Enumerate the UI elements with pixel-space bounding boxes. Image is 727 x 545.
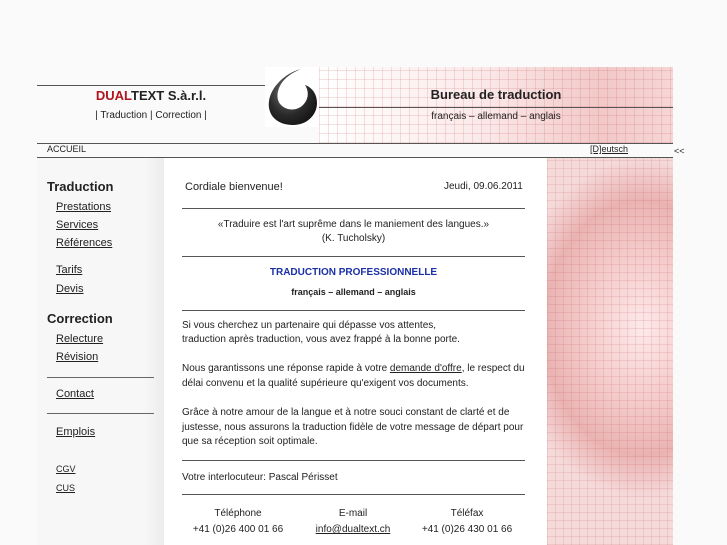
- sidebar-item-tarifs[interactable]: Tarifs: [56, 264, 82, 276]
- back-link[interactable]: <<: [674, 146, 685, 156]
- brand-name: DUALTEXT S.à.r.l.: [37, 88, 265, 103]
- sidebar-heading-traduction: Traduction: [47, 179, 114, 194]
- guarantee-paragraph-line: délai convenu et la qualité supérieure q…: [182, 378, 469, 389]
- guarantee-text: Nous garantissons une réponse rapide à v…: [182, 363, 390, 374]
- sidebar-item-cus[interactable]: CUS: [56, 483, 75, 493]
- headline: TRADUCTION PROFESSIONNELLE: [269, 267, 438, 278]
- dualtext-logo: [265, 67, 319, 127]
- header-globe-photo: [319, 67, 673, 143]
- email-label: E-mail: [338, 508, 368, 519]
- fax-label: Téléfax: [450, 508, 484, 519]
- sidebar-item-references[interactable]: Références: [56, 237, 112, 249]
- sidebar-divider: [47, 377, 154, 378]
- header-divider-right: [319, 107, 673, 108]
- phone-label: Téléphone: [214, 508, 262, 519]
- header-languages: français – allemand – anglais: [431, 111, 561, 122]
- sidebar-item-contact[interactable]: Contact: [56, 388, 94, 400]
- content-divider: [182, 460, 525, 461]
- sidebar-item-cgv[interactable]: CGV: [56, 464, 76, 474]
- guarantee-text: , le respect du: [461, 363, 525, 374]
- sidebar-item-prestations[interactable]: Prestations: [56, 201, 111, 213]
- quote-request-link[interactable]: demande d'offre: [390, 363, 462, 374]
- main-content: [164, 158, 547, 545]
- welcome-text: Cordiale bienvenue!: [185, 181, 283, 193]
- sidebar-item-emplois[interactable]: Emplois: [56, 426, 95, 438]
- contact-person: Votre interlocuteur: Pascal Périsset: [182, 472, 338, 483]
- content-divider: [182, 310, 525, 311]
- content-divider: [182, 494, 525, 495]
- current-date: Jeudi, 09.06.2011: [444, 181, 523, 192]
- guarantee-paragraph-line: Nous garantissons une réponse rapide à v…: [182, 362, 525, 377]
- quote-author: (K. Tucholsky): [321, 233, 386, 244]
- fax-number: +41 (0)26 430 01 66: [421, 524, 513, 535]
- intro-paragraph-line: traduction après traduction, vous avez f…: [182, 334, 460, 345]
- sidebar-item-services[interactable]: Services: [56, 219, 98, 231]
- email-link[interactable]: info@dualtext.ch: [298, 523, 408, 538]
- headline-languages: français – allemand – anglais: [291, 287, 416, 297]
- page-title: Bureau de traduction: [430, 87, 562, 102]
- language-switch-german[interactable]: [D]eutsch: [590, 144, 628, 154]
- content-divider: [182, 256, 525, 257]
- quality-paragraph-line: Grâce à notre amour de la langue et à no…: [182, 407, 510, 418]
- sidebar-item-revision[interactable]: Révision: [56, 351, 98, 363]
- brand-tagline: | Traduction | Correction |: [95, 110, 207, 121]
- content-divider: [182, 208, 525, 209]
- quality-paragraph-line: que sa réception soit optimale.: [182, 436, 318, 447]
- brand-name-red: DUAL: [95, 88, 131, 103]
- quote-text: «Traduire est l'art suprême dans le mani…: [217, 219, 490, 230]
- phone-number: +41 (0)26 400 01 66: [192, 524, 284, 535]
- intro-paragraph-line: Si vous cherchez un partenaire qui dépas…: [182, 320, 437, 331]
- sidebar-item-relecture[interactable]: Relecture: [56, 333, 103, 345]
- sidebar-heading-correction: Correction: [47, 311, 113, 326]
- quality-paragraph-line: justesse, nous assurons la traduction fi…: [182, 422, 524, 433]
- sidebar-divider: [47, 413, 154, 414]
- nav-home-link[interactable]: ACCUEIL: [47, 144, 86, 154]
- nav-top-border: [37, 143, 673, 144]
- globe-photo: [547, 158, 673, 545]
- sidebar-item-devis[interactable]: Devis: [56, 283, 84, 295]
- brand-name-rest: TEXT S.à.r.l.: [131, 88, 207, 103]
- header-divider-left: [37, 85, 265, 86]
